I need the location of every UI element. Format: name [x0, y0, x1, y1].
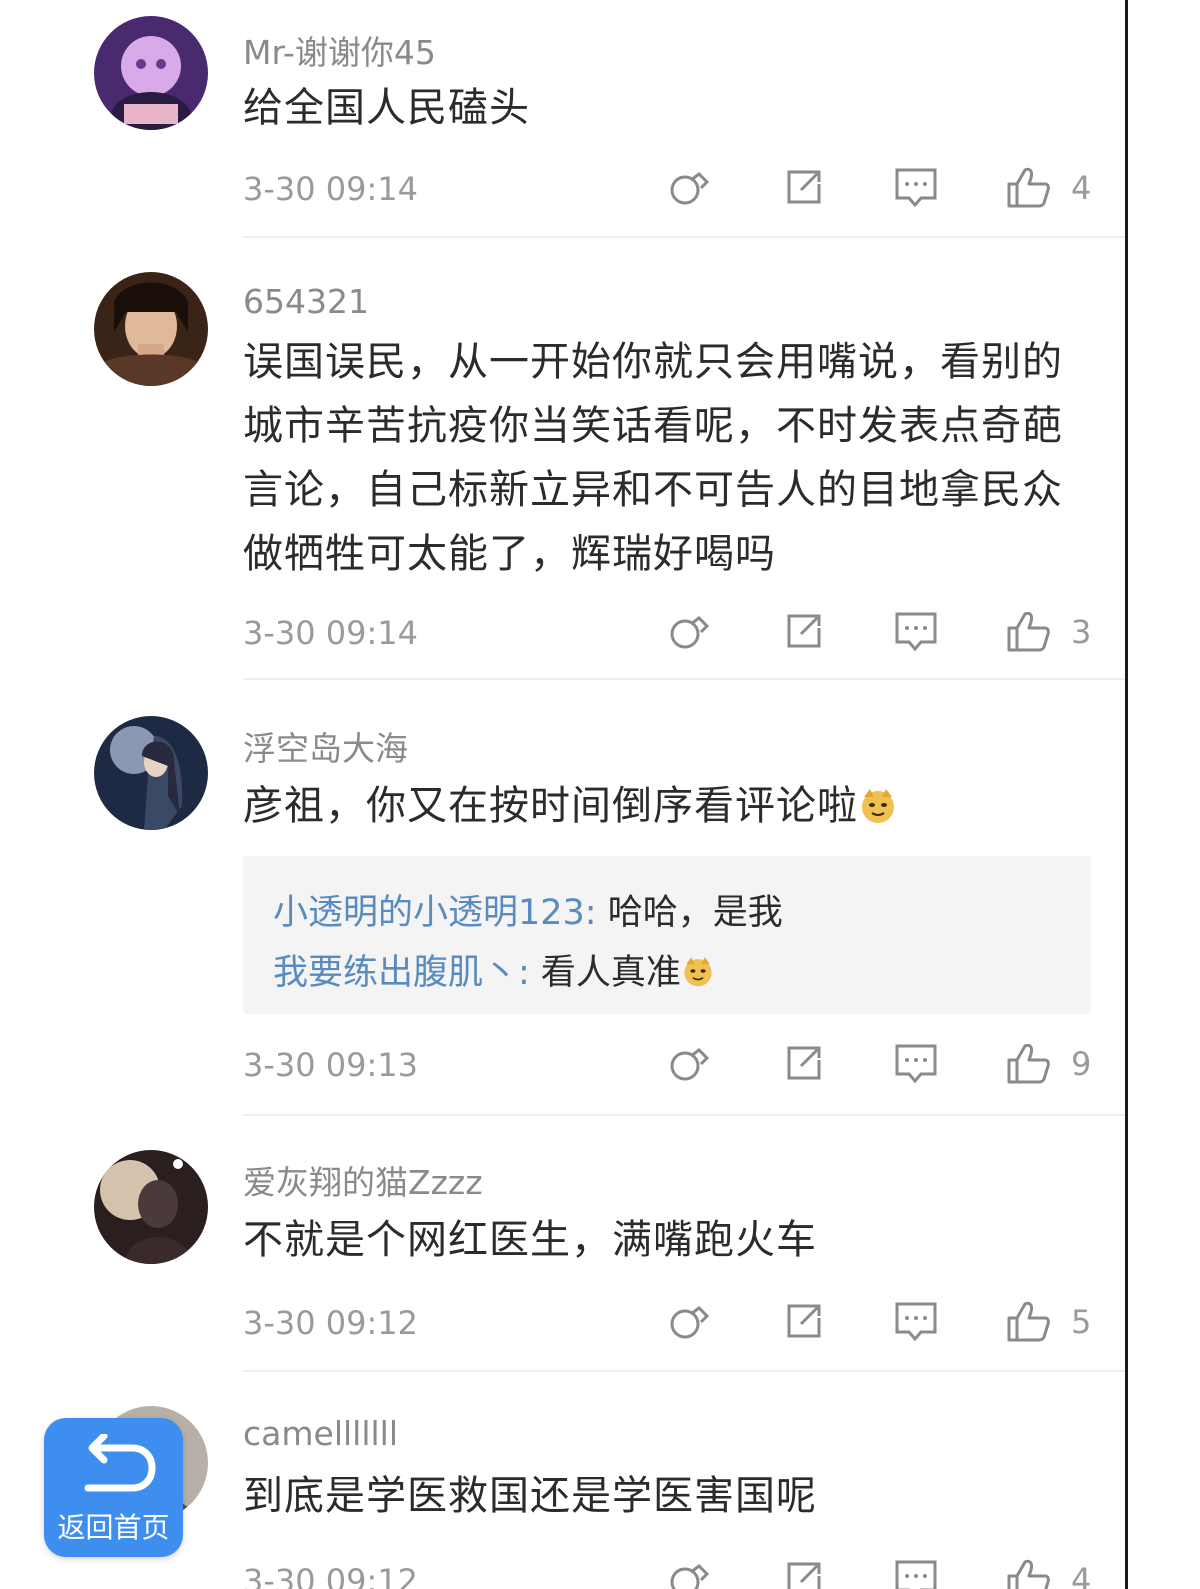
comment-username[interactable]: 浮空岛大海 — [243, 722, 408, 770]
comment-meta: 3-30 09:14 4 — [243, 162, 1093, 212]
comment-item: 爱灰翔的猫Zzzz 不就是个网红医生，满嘴跑火车 3-30 09:12 5 — [0, 1116, 1125, 1372]
reply-text: 哈哈，是我 — [596, 893, 783, 933]
comment-item: 654321 误国误民，从一开始你就只会用嘴说，看别的城市辛苦抗疫你当笑话看呢，… — [0, 240, 1125, 680]
avatar[interactable] — [94, 16, 208, 130]
like-count: 3 — [1071, 613, 1092, 651]
thumbs-up-icon[interactable] — [1003, 606, 1053, 656]
thumbs-up-icon[interactable] — [1003, 1554, 1053, 1589]
like-count: 4 — [1071, 1561, 1092, 1589]
comment-item: Mr-谢谢你45 给全国人民磕头 3-30 09:14 4 — [0, 0, 1125, 240]
screen-edge — [1125, 0, 1128, 1589]
comment-username[interactable]: camelllllll — [243, 1414, 398, 1453]
comment-timestamp: 3-30 09:14 — [243, 614, 419, 652]
like-count: 4 — [1071, 169, 1092, 207]
forward-icon[interactable] — [665, 1554, 715, 1589]
comment-text: 不就是个网红医生，满嘴跑火车 — [243, 1217, 817, 1263]
share-icon[interactable] — [779, 606, 829, 656]
forward-icon[interactable] — [665, 606, 715, 656]
comment-timestamp: 3-30 09:14 — [243, 170, 419, 208]
reply-username[interactable]: 小透明的小透明123: — [273, 893, 597, 933]
comment-timestamp: 3-30 09:13 — [243, 1046, 419, 1084]
comment-page: Mr-谢谢你45 给全国人民磕头 3-30 09:14 4 654321 误国误… — [0, 0, 1200, 1589]
return-arrow-icon — [84, 1434, 156, 1492]
comment-timestamp: 3-30 09:12 — [243, 1304, 419, 1342]
comment-meta: 3-30 09:12 5 — [243, 1296, 1093, 1346]
comment-username[interactable]: 654321 — [243, 282, 369, 321]
reply-preview-box[interactable]: 小透明的小透明123: 哈哈，是我 我要练出腹肌丶: 看人真准 — [243, 856, 1091, 1014]
share-icon[interactable] — [779, 162, 829, 212]
comment-timestamp: 3-30 09:12 — [243, 1562, 419, 1589]
comment-text: 彦祖，你又在按时间倒序看评论啦 — [243, 774, 1093, 838]
comment-icon[interactable] — [891, 1296, 941, 1346]
comment-meta: 3-30 09:14 3 — [243, 606, 1093, 656]
comment-meta: 3-30 09:12 4 — [243, 1554, 1093, 1589]
reply-text: 看人真准 — [529, 953, 681, 993]
return-home-label: 返回首页 — [57, 1511, 170, 1544]
reply-line: 小透明的小透明123: 哈哈，是我 — [273, 884, 783, 935]
return-home-button[interactable]: 返回首页 — [44, 1418, 183, 1557]
comment-username[interactable]: Mr-谢谢你45 — [243, 26, 436, 74]
comment-icon[interactable] — [891, 1554, 941, 1589]
comment-meta: 3-30 09:13 9 — [243, 1038, 1093, 1088]
share-icon[interactable] — [779, 1296, 829, 1346]
forward-icon[interactable] — [665, 1038, 715, 1088]
avatar[interactable] — [94, 716, 208, 830]
share-icon[interactable] — [779, 1038, 829, 1088]
comment-username[interactable]: 爱灰翔的猫Zzzz — [243, 1156, 483, 1204]
comment-icon[interactable] — [891, 606, 941, 656]
like-count: 5 — [1071, 1303, 1092, 1341]
comment-text: 到底是学医救国还是学医害国呢 — [243, 1473, 817, 1519]
reply-username[interactable]: 我要练出腹肌丶: — [273, 953, 530, 993]
forward-icon[interactable] — [665, 1296, 715, 1346]
comment-text: 给全国人民磕头 — [243, 85, 530, 131]
avatar[interactable] — [94, 1150, 208, 1264]
reply-line: 我要练出腹肌丶: 看人真准 — [273, 944, 715, 995]
comment-icon[interactable] — [891, 1038, 941, 1088]
divider — [243, 236, 1125, 238]
like-count: 9 — [1071, 1045, 1092, 1083]
comment-text: 误国误民，从一开始你就只会用嘴说，看别的城市辛苦抗疫你当笑话看呢，不时发表点奇葩… — [243, 339, 1063, 577]
thumbs-up-icon[interactable] — [1003, 1296, 1053, 1346]
doge-emoji — [862, 789, 894, 823]
comment-icon[interactable] — [891, 162, 941, 212]
share-icon[interactable] — [779, 1554, 829, 1589]
comment-text-body: 彦祖，你又在按时间倒序看评论啦 — [243, 783, 858, 829]
doge-emoji — [684, 957, 712, 987]
avatar[interactable] — [94, 272, 208, 386]
comment-item: 浮空岛大海 彦祖，你又在按时间倒序看评论啦 小透明的小透明123: 哈哈，是我 … — [0, 680, 1125, 1116]
forward-icon[interactable] — [665, 162, 715, 212]
thumbs-up-icon[interactable] — [1003, 1038, 1053, 1088]
thumbs-up-icon[interactable] — [1003, 162, 1053, 212]
